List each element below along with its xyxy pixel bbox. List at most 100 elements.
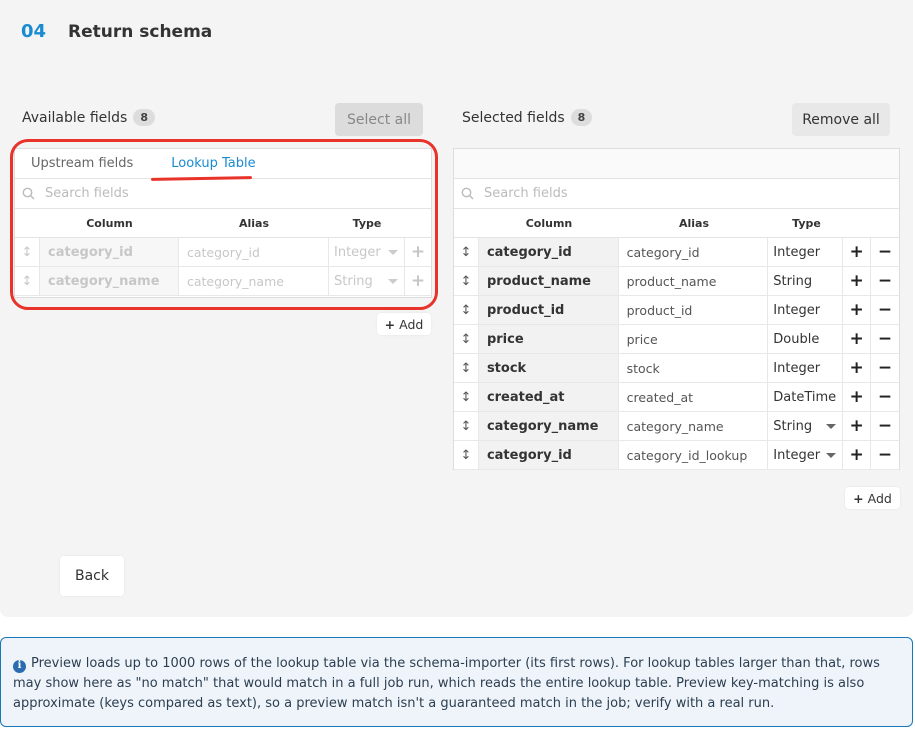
alias-input[interactable]: product_id [619, 296, 769, 324]
selected-tabs-bar [454, 149, 899, 179]
remove-field-button[interactable]: − [871, 238, 899, 266]
available-fields-label: Available fields [22, 109, 128, 126]
add-field-button[interactable]: + [405, 267, 431, 295]
type-select[interactable]: DateTime [768, 383, 844, 411]
remove-field-button[interactable]: − [871, 412, 899, 440]
alias-input[interactable]: product_name [619, 267, 769, 295]
remove-field-button[interactable]: − [871, 267, 899, 295]
available-search-input[interactable] [45, 186, 405, 201]
table-row: ↕ price price Double + − [454, 325, 899, 354]
type-value: Integer [773, 302, 821, 318]
drag-handle-icon[interactable]: ↕ [454, 325, 479, 353]
type-select[interactable]: Integer [768, 238, 844, 266]
drag-handle-icon[interactable]: ↕ [454, 296, 479, 324]
alias-input[interactable]: category_name [619, 412, 769, 440]
column-name: price [478, 325, 619, 353]
drag-handle-icon[interactable]: ↕ [454, 267, 479, 295]
drag-handle-icon[interactable]: ↕ [15, 267, 40, 295]
type-select[interactable]: Integer [768, 441, 844, 469]
back-button[interactable]: Back [60, 556, 124, 596]
column-name: created_at [478, 383, 619, 411]
remove-field-button[interactable]: − [871, 441, 899, 469]
selected-rows: ↕ category_id category_id Integer + − ↕ product… [454, 238, 899, 470]
tab-lookup-table[interactable]: Lookup Table [171, 156, 255, 171]
add-field-button[interactable]: + [843, 354, 872, 382]
drag-handle-icon[interactable]: ↕ [454, 238, 479, 266]
alias-input[interactable]: stock [619, 354, 769, 382]
selected-search-input[interactable] [484, 186, 844, 201]
alias-input[interactable]: category_name [179, 267, 329, 295]
add-field-button[interactable]: + [843, 412, 872, 440]
add-field-button[interactable]: + [843, 238, 872, 266]
type-select[interactable]: Double [768, 325, 844, 353]
drag-handle-icon[interactable]: ↕ [454, 441, 479, 469]
table-row: ↕ stock stock Integer + − [454, 354, 899, 383]
alias-header: Alias [678, 216, 710, 230]
selected-fields-label: Selected fields [462, 109, 565, 126]
alias-input[interactable]: price [619, 325, 769, 353]
info-notice: i Preview loads up to 1000 rows of the lo… [0, 637, 913, 727]
drag-handle-icon[interactable]: ↕ [15, 238, 40, 266]
remove-field-button[interactable]: − [871, 296, 899, 324]
add-field-button[interactable]: + [843, 296, 872, 324]
column-name: product_name [478, 267, 619, 295]
selected-search-row [454, 179, 899, 209]
alias-input[interactable]: created_at [619, 383, 769, 411]
table-row: ↕ product_name product_name String + − [454, 267, 899, 296]
selected-add-button[interactable]: + Add [845, 487, 900, 509]
type-value: Integer [773, 447, 821, 463]
step-number: 04 [21, 21, 47, 42]
type-value: String [334, 273, 373, 289]
alias-input[interactable]: category_id_lookup [619, 441, 769, 469]
available-fields-grid: Upstream fields Lookup Table Column Alia… [14, 148, 432, 298]
selected-header-row: Column Alias Type [454, 209, 899, 238]
type-select[interactable]: Integer [329, 238, 405, 266]
type-value: DateTime [773, 389, 837, 405]
table-row: ↕ created_at created_at DateTime + − [454, 383, 899, 412]
add-field-button[interactable]: + [405, 238, 431, 266]
available-fields-heading: Available fields 8 [22, 109, 155, 126]
table-row: ↕ category_id category_id_lookup Integer + − [454, 441, 899, 470]
add-field-button[interactable]: + [843, 383, 872, 411]
alias-input[interactable]: category_id [619, 238, 769, 266]
alias-input[interactable]: category_id [179, 238, 329, 266]
column-name: stock [478, 354, 619, 382]
add-field-button[interactable]: + [843, 325, 872, 353]
drag-handle-icon[interactable]: ↕ [454, 412, 479, 440]
column-name: category_name [478, 412, 619, 440]
table-row: ↕ product_id product_id Integer + − [454, 296, 899, 325]
drag-handle-icon[interactable]: ↕ [454, 383, 479, 411]
type-value: Double [773, 331, 820, 347]
chevron-down-icon [388, 278, 398, 284]
remove-all-button[interactable]: Remove all [792, 103, 890, 136]
column-name: category_id [478, 441, 619, 469]
available-add-button[interactable]: + Add [377, 313, 431, 335]
info-text: Preview loads up to 1000 rows of the loo… [13, 656, 880, 711]
add-field-button[interactable]: + [843, 267, 872, 295]
available-header-row: Column Alias Type [15, 209, 431, 238]
tab-upstream-fields[interactable]: Upstream fields [31, 156, 133, 171]
table-row: ↕ category_name category_name String + [15, 267, 431, 296]
select-all-button[interactable]: Select all [335, 103, 423, 136]
remove-field-button[interactable]: − [871, 383, 899, 411]
type-header: Type [352, 216, 382, 230]
type-select[interactable]: String [768, 267, 844, 295]
add-field-button[interactable]: + [843, 441, 872, 469]
remove-field-button[interactable]: − [871, 354, 899, 382]
type-value: Integer [773, 244, 821, 260]
type-select[interactable]: String [329, 267, 405, 295]
remove-field-button[interactable]: − [871, 325, 899, 353]
type-select[interactable]: Integer [768, 296, 844, 324]
drag-handle-icon[interactable]: ↕ [454, 354, 479, 382]
column-name: category_id [40, 238, 179, 266]
search-icon [19, 187, 37, 200]
type-header: Type [792, 216, 821, 230]
available-search-row [15, 179, 431, 209]
type-select[interactable]: Integer [768, 354, 844, 382]
type-select[interactable]: String [768, 412, 844, 440]
table-row: ↕ category_id category_id Integer + [15, 238, 431, 267]
column-name: product_id [478, 296, 619, 324]
selected-fields-grid: Column Alias Type ↕category_idcategory_i… [453, 148, 900, 470]
selected-fields-count: 8 [570, 109, 593, 126]
chevron-down-icon [826, 423, 837, 429]
